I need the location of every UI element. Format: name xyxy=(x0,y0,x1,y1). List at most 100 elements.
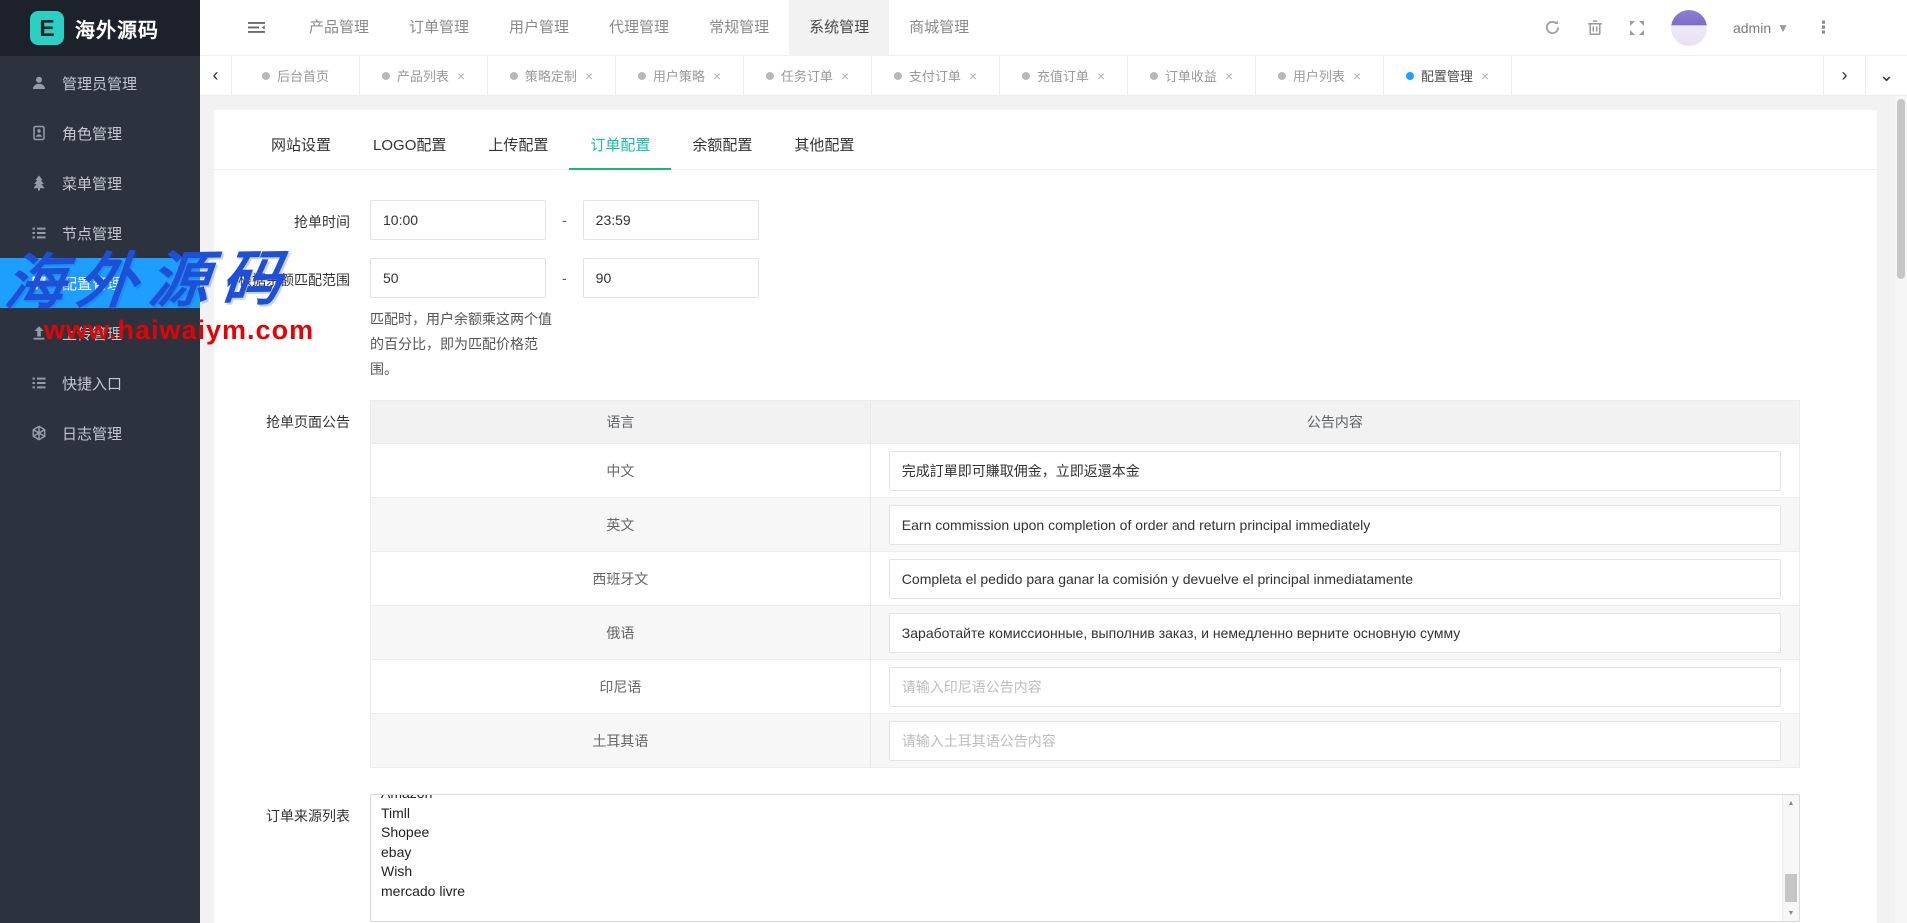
sidebar-item-quick-entry[interactable]: 快捷入口 xyxy=(0,358,200,408)
tabs-scroll-left-button[interactable]: ‹ xyxy=(200,56,232,95)
scroll-down-icon[interactable]: ▼ xyxy=(1783,905,1799,921)
tab-config-management[interactable]: 配置管理 × xyxy=(1384,56,1512,95)
tab-home[interactable]: 后台首页 xyxy=(232,56,360,95)
match-range-min-input[interactable] xyxy=(370,258,546,298)
config-tab-website[interactable]: 网站设置 xyxy=(250,123,352,169)
trash-icon[interactable] xyxy=(1587,19,1603,36)
nav-user[interactable]: 用户管理 xyxy=(489,0,589,56)
more-options-icon[interactable]: ⋮ xyxy=(1815,18,1832,38)
close-tab-icon[interactable]: × xyxy=(1481,68,1489,84)
refresh-icon[interactable] xyxy=(1544,19,1561,36)
announcement-input-es[interactable] xyxy=(889,559,1781,599)
user-avatar[interactable] xyxy=(1671,10,1707,46)
close-tab-icon[interactable]: × xyxy=(969,68,977,84)
sidebar-item-label: 日志管理 xyxy=(62,423,122,444)
close-tab-icon[interactable]: × xyxy=(1353,68,1361,84)
upload-icon xyxy=(30,324,48,342)
close-tab-icon[interactable]: × xyxy=(457,68,465,84)
order-source-textarea[interactable]: Amazon Timll Shopee ebay Wish mercado li… xyxy=(370,794,1800,922)
match-range-max-input[interactable] xyxy=(583,258,759,298)
tab-status-dot xyxy=(766,72,774,80)
user-menu[interactable]: admin ▼ xyxy=(1733,20,1789,36)
close-tab-icon[interactable]: × xyxy=(841,68,849,84)
sidebar-item-role[interactable]: 角色管理 xyxy=(0,108,200,158)
sidebar-item-admin[interactable]: 管理员管理 xyxy=(0,58,200,108)
tab-status-dot xyxy=(1406,72,1414,80)
page-scrollbar-thumb[interactable] xyxy=(1897,99,1905,279)
order-source-line: Shopee xyxy=(381,823,1769,843)
sidebar: E 海外源码 管理员管理 角色管理 菜单管理 xyxy=(0,0,200,923)
config-tab-other[interactable]: 其他配置 xyxy=(773,123,875,169)
order-source-row: 订单来源列表 Amazon Timll Shopee ebay Wish mer… xyxy=(222,794,1877,922)
tab-status-dot xyxy=(1150,72,1158,80)
announcement-input-en[interactable] xyxy=(889,505,1781,545)
app-window: E 海外源码 管理员管理 角色管理 菜单管理 xyxy=(0,0,1907,923)
close-tab-icon[interactable]: × xyxy=(713,68,721,84)
tab-task-order[interactable]: 任务订单 × xyxy=(744,56,872,95)
close-tab-icon[interactable]: × xyxy=(1225,68,1233,84)
scroll-up-icon[interactable]: ▲ xyxy=(1783,795,1799,811)
announcement-input-ru[interactable] xyxy=(889,613,1781,653)
nav-mall[interactable]: 商城管理 xyxy=(889,0,989,56)
tab-recharge-order[interactable]: 充值订单 × xyxy=(1000,56,1128,95)
app-logo[interactable]: E 海外源码 xyxy=(0,0,200,56)
log-icon xyxy=(30,424,48,442)
sidebar-item-label: 菜单管理 xyxy=(62,173,122,194)
tabs-scroll-right-button[interactable]: › xyxy=(1823,56,1865,95)
sidebar-item-log[interactable]: 日志管理 xyxy=(0,408,200,458)
column-header-content: 公告内容 xyxy=(871,401,1799,443)
close-tab-icon[interactable]: × xyxy=(1097,68,1105,84)
tab-user-list[interactable]: 用户列表 × xyxy=(1256,56,1384,95)
config-tab-balance[interactable]: 余额配置 xyxy=(671,123,773,169)
order-source-line: Wish xyxy=(381,862,1769,882)
page-scrollbar[interactable] xyxy=(1895,96,1907,923)
tab-status-dot xyxy=(262,72,270,80)
announcement-table-header: 语言 公告内容 xyxy=(371,401,1799,443)
language-label: 中文 xyxy=(371,444,871,497)
sidebar-item-label: 角色管理 xyxy=(62,123,122,144)
table-row: 印尼语 xyxy=(371,659,1799,713)
announcement-input-id[interactable] xyxy=(889,667,1781,707)
nav-general[interactable]: 常规管理 xyxy=(689,0,789,56)
sidebar-item-menu[interactable]: 菜单管理 xyxy=(0,158,200,208)
sidebar-item-config[interactable]: 配置管理 xyxy=(0,258,200,308)
open-tabs-bar: ‹ 后台首页 产品列表 × 策略定制 × 用户策略 × 任务订单 × 支付订单 xyxy=(200,56,1907,96)
announcement-input-tr[interactable] xyxy=(889,721,1781,761)
nav-order[interactable]: 订单管理 xyxy=(389,0,489,56)
tab-order-income[interactable]: 订单收益 × xyxy=(1128,56,1256,95)
list-icon xyxy=(30,224,48,242)
sidebar-item-upload[interactable]: 上传管理 xyxy=(0,308,200,358)
config-card: 网站设置 LOGO配置 上传配置 订单配置 余额配置 其他配置 抢单时间 - xyxy=(214,110,1877,923)
fullscreen-icon[interactable] xyxy=(1629,20,1645,36)
config-tab-upload[interactable]: 上传配置 xyxy=(467,123,569,169)
config-tab-logo[interactable]: LOGO配置 xyxy=(352,123,467,169)
language-label: 土耳其语 xyxy=(371,714,871,767)
tab-product-list[interactable]: 产品列表 × xyxy=(360,56,488,95)
collapse-sidebar-icon[interactable] xyxy=(248,19,265,36)
grab-time-label: 抢单时间 xyxy=(222,200,350,240)
tab-strategy-custom[interactable]: 策略定制 × xyxy=(488,56,616,95)
user-icon xyxy=(30,74,48,92)
tab-pay-order[interactable]: 支付订单 × xyxy=(872,56,1000,95)
tabs-menu-button[interactable]: ⌄ xyxy=(1865,56,1907,95)
announcement-row: 抢单页面公告 语言 公告内容 中文 英文 xyxy=(222,400,1877,768)
top-navigation: 产品管理 订单管理 用户管理 代理管理 常规管理 系统管理 商城管理 xyxy=(289,0,989,56)
nav-system[interactable]: 系统管理 xyxy=(789,0,889,56)
textarea-scrollbar[interactable]: ▲ ▼ xyxy=(1782,795,1799,921)
tab-status-dot xyxy=(1022,72,1030,80)
config-tab-order[interactable]: 订单配置 xyxy=(569,123,671,169)
sidebar-item-label: 上传管理 xyxy=(62,323,122,344)
grab-time-start-input[interactable] xyxy=(370,200,546,240)
sidebar-item-node[interactable]: 节点管理 xyxy=(0,208,200,258)
close-tab-icon[interactable]: × xyxy=(585,68,593,84)
nav-product[interactable]: 产品管理 xyxy=(289,0,389,56)
range-separator: - xyxy=(562,212,567,228)
scrollbar-thumb[interactable] xyxy=(1785,874,1797,902)
nav-agent[interactable]: 代理管理 xyxy=(589,0,689,56)
language-label: 印尼语 xyxy=(371,660,871,713)
announcement-input-zh[interactable] xyxy=(889,451,1781,491)
tabbar-spacer xyxy=(1512,56,1823,95)
grab-time-end-input[interactable] xyxy=(583,200,759,240)
header-actions: admin ▼ ⋮ xyxy=(1544,10,1907,46)
tab-user-strategy[interactable]: 用户策略 × xyxy=(616,56,744,95)
